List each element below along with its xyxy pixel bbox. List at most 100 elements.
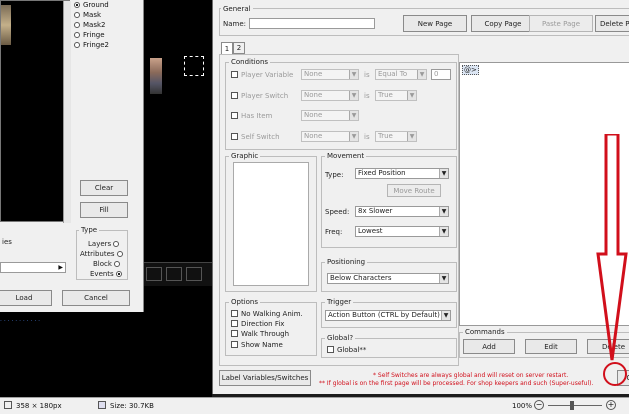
has-item-checkbox[interactable] — [231, 112, 238, 119]
type-label: Attributes — [80, 250, 115, 258]
tab-1[interactable]: 1 — [221, 42, 233, 54]
chevron-down-icon[interactable]: ▼ — [441, 311, 450, 320]
tileset-scrollbar[interactable] — [63, 1, 71, 223]
chevron-down-icon[interactable]: ▼ — [407, 91, 416, 100]
add-command-button[interactable]: Add — [463, 339, 515, 354]
left-input[interactable]: ▶ — [0, 262, 66, 273]
layer-mask[interactable]: Mask — [74, 10, 132, 20]
player-variable-checkbox[interactable] — [231, 71, 238, 78]
is-label: is — [364, 92, 370, 100]
select-value: Fixed Position — [358, 169, 406, 177]
global-checkbox[interactable] — [327, 346, 334, 353]
tab-2[interactable]: 2 — [233, 42, 245, 54]
radio-icon[interactable] — [74, 22, 80, 28]
has-item-select[interactable]: None ▼ — [301, 110, 359, 121]
status-bar: 358 × 180px Size: 30.7KB 100% − + — [0, 397, 629, 414]
self-switch-select[interactable]: None ▼ — [301, 131, 359, 142]
direction-fix-checkbox[interactable] — [231, 320, 238, 327]
radio-icon[interactable] — [113, 241, 120, 247]
paste-page-button[interactable]: Paste Page — [529, 15, 593, 32]
no-walking-anim-checkbox[interactable] — [231, 310, 238, 317]
self-switch-state-select[interactable]: True ▼ — [375, 131, 417, 142]
self-switch-checkbox[interactable] — [231, 133, 238, 140]
comparison-select[interactable]: Equal To ▼ — [375, 69, 427, 80]
type-layers[interactable]: Layers — [88, 240, 122, 248]
radio-icon[interactable] — [114, 261, 121, 267]
select-value: 8x Slower — [358, 207, 393, 215]
name-field[interactable] — [249, 18, 375, 29]
radio-icon[interactable] — [115, 271, 122, 277]
fill-button[interactable]: Fill — [80, 202, 128, 218]
chevron-down-icon[interactable]: ▼ — [439, 274, 448, 283]
chevron-down-icon[interactable]: ▼ — [417, 70, 426, 79]
chevron-down-icon[interactable]: ▼ — [349, 91, 358, 100]
movement-type-select[interactable]: Fixed Position ▼ — [355, 168, 449, 179]
chevron-down-icon[interactable]: ▼ — [349, 111, 358, 120]
radio-icon[interactable] — [74, 32, 80, 38]
global-title: Global? — [325, 334, 356, 342]
layer-fringe2[interactable]: Fringe2 — [74, 40, 132, 50]
zoom-slider[interactable] — [548, 405, 602, 406]
switch-state-select[interactable]: True ▼ — [375, 90, 417, 101]
map-selection-cursor[interactable] — [184, 56, 204, 76]
cancel-button[interactable]: Cancel — [62, 290, 130, 306]
clear-button[interactable]: Clear — [80, 180, 128, 196]
layer-label: Fringe2 — [83, 41, 109, 49]
tileset-view[interactable] — [0, 0, 71, 223]
zoom-slider-thumb[interactable] — [570, 401, 574, 410]
chevron-down-icon[interactable]: ▼ — [439, 227, 448, 236]
new-page-button[interactable]: New Page — [403, 15, 467, 32]
layer-ground[interactable]: Ground — [74, 0, 132, 10]
type-block[interactable]: Block — [93, 260, 123, 268]
general-title: General — [221, 5, 253, 13]
chevron-down-icon[interactable]: ▼ — [407, 132, 416, 141]
global-label: Global** — [337, 346, 367, 354]
move-route-button[interactable]: Move Route — [387, 184, 441, 197]
type-events[interactable]: Events — [90, 270, 125, 278]
layer-fringe[interactable]: Fringe — [74, 30, 132, 40]
type-label: Events — [90, 270, 114, 278]
layer-label: Fringe — [83, 31, 105, 39]
show-name-checkbox[interactable] — [231, 341, 238, 348]
player-switch-checkbox[interactable] — [231, 92, 238, 99]
command-line[interactable]: @> — [462, 65, 479, 75]
player-switch-select[interactable]: None ▼ — [301, 90, 359, 101]
trigger-title: Trigger — [325, 298, 354, 306]
zoom-in-icon[interactable]: + — [606, 400, 616, 410]
graphic-title: Graphic — [229, 152, 261, 160]
select-value: None — [304, 132, 323, 140]
option-label: Show Name — [241, 341, 283, 349]
option-label: Walk Through — [241, 330, 290, 338]
player-variable-select[interactable]: None ▼ — [301, 69, 359, 80]
chevron-down-icon[interactable]: ▼ — [349, 132, 358, 141]
option-label: Direction Fix — [241, 320, 285, 328]
trigger-select[interactable]: Action Button (CTRL by Default) ▼ — [325, 310, 451, 321]
layer-mask2[interactable]: Mask2 — [74, 20, 132, 30]
chevron-down-icon[interactable]: ▼ — [439, 207, 448, 216]
load-button[interactable]: Load — [0, 290, 52, 306]
select-value: True — [378, 132, 393, 140]
label-variables-button[interactable]: Label Variables/Switches — [219, 370, 311, 386]
radio-icon[interactable] — [74, 12, 80, 18]
zoom-out-icon[interactable]: − — [534, 400, 544, 410]
type-attributes[interactable]: Attributes — [80, 250, 126, 258]
radio-icon[interactable] — [74, 2, 80, 8]
chevron-down-icon[interactable]: ▼ — [349, 70, 358, 79]
type-label: Layers — [88, 240, 112, 248]
variable-value-field[interactable]: 0 — [431, 69, 451, 80]
option-label: No Walking Anim. — [241, 310, 303, 318]
speed-select[interactable]: 8x Slower ▼ — [355, 206, 449, 217]
chevron-down-icon[interactable]: ▼ — [439, 169, 448, 178]
edit-command-button[interactable]: Edit — [525, 339, 577, 354]
map-sprite[interactable] — [150, 58, 162, 94]
commands-title: Commands — [463, 328, 507, 336]
walk-through-checkbox[interactable] — [231, 330, 238, 337]
delete-page-button[interactable]: Delete Pa — [595, 15, 629, 32]
graphic-preview[interactable] — [233, 162, 309, 286]
freq-select[interactable]: Lowest ▼ — [355, 226, 449, 237]
chevron-right-icon: ▶ — [58, 264, 63, 271]
radio-icon[interactable] — [116, 251, 123, 257]
copy-page-button[interactable]: Copy Page — [471, 15, 535, 32]
radio-icon[interactable] — [74, 42, 80, 48]
positioning-select[interactable]: Below Characters ▼ — [327, 273, 449, 284]
